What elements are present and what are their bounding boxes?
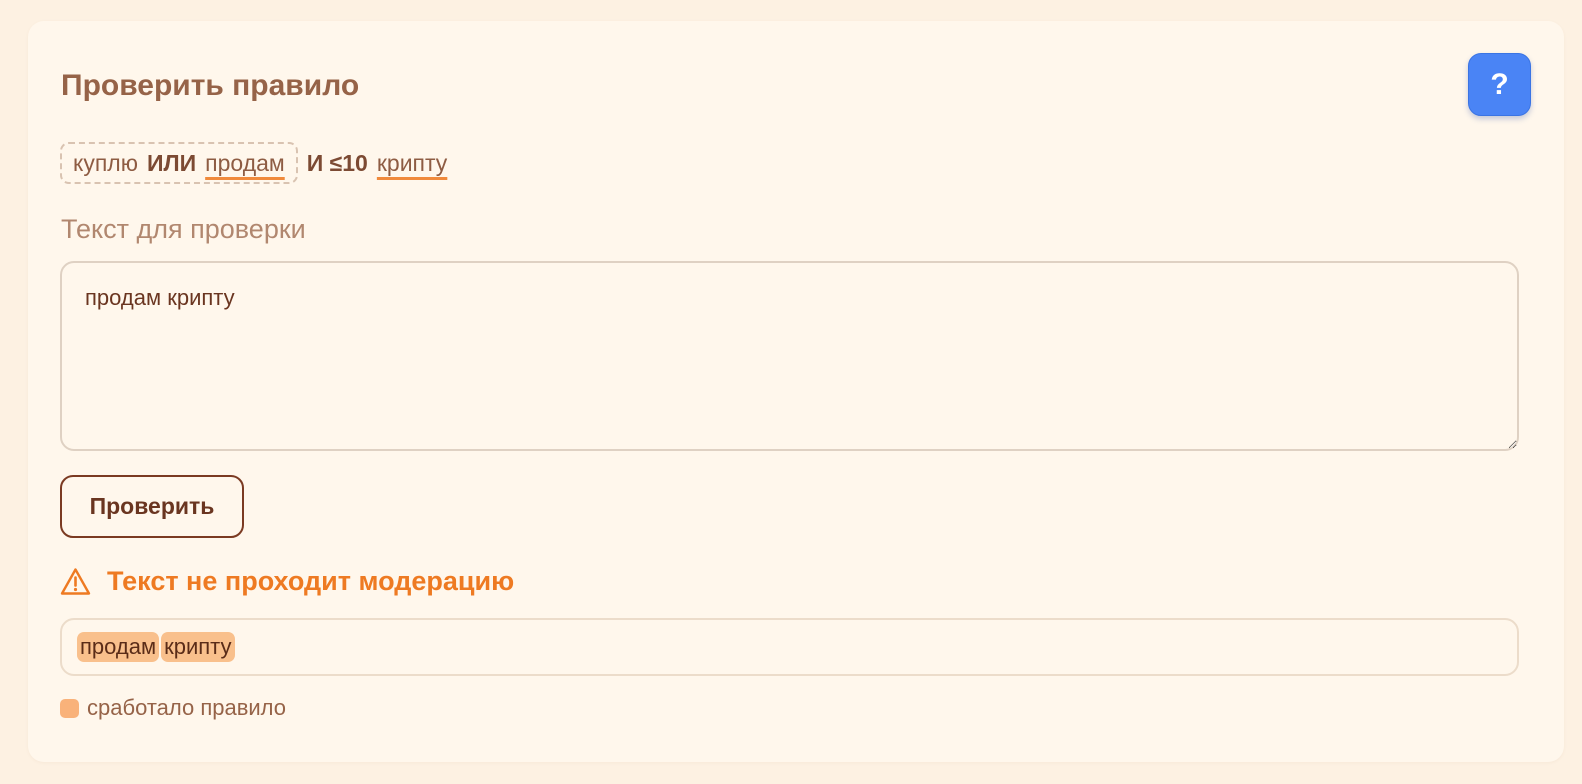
rule-operator-and-distance: И ≤10 — [306, 149, 368, 176]
moderation-result: Текст не проходит модерацию — [60, 566, 514, 597]
help-button[interactable]: ? — [1468, 53, 1531, 116]
legend-label: сработало правило — [87, 695, 286, 720]
rule-tail: И ≤10 крипту — [307, 150, 448, 177]
rule-or-group: куплю ИЛИ продам — [60, 142, 298, 184]
rule-operator-or: ИЛИ — [146, 149, 197, 176]
rule-check-card: Проверить правило ? куплю ИЛИ продам И ≤… — [28, 21, 1564, 762]
rule-word-buy: куплю — [73, 149, 138, 176]
check-button[interactable]: Проверить — [60, 475, 244, 538]
highlighted-token: крипту — [161, 632, 235, 662]
rule-expression: куплю ИЛИ продам И ≤10 крипту — [60, 142, 447, 184]
check-text-label: Текст для проверки — [61, 214, 306, 244]
rule-word-crypto: крипту — [376, 149, 448, 176]
page-title: Проверить правило — [61, 69, 360, 102]
check-text-input[interactable]: продам крипту — [60, 261, 1519, 451]
rule-word-sell: продам — [205, 149, 285, 176]
legend-swatch — [60, 698, 79, 718]
legend: сработало правило — [60, 695, 286, 721]
moderation-status-text: Текст не проходит модерацию — [107, 566, 515, 596]
highlighted-text-output: продам крипту — [60, 618, 1519, 676]
warning-icon — [60, 567, 91, 596]
highlighted-token: продам — [77, 632, 160, 662]
